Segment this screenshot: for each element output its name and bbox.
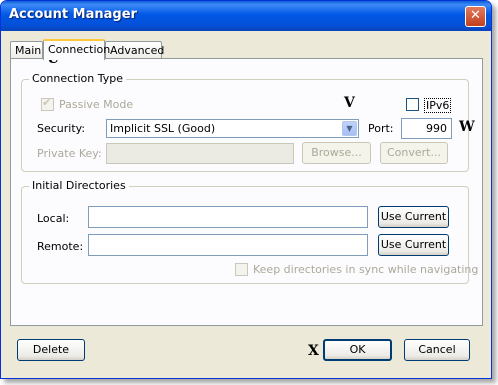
- window-title: Account Manager: [9, 7, 137, 22]
- delete-button[interactable]: Delete: [17, 339, 85, 361]
- ipv6-checkbox[interactable]: [406, 98, 419, 111]
- ok-button[interactable]: OK: [323, 339, 392, 361]
- annotation-w: W: [459, 119, 475, 135]
- port-label: Port:: [368, 122, 394, 135]
- tab-advanced[interactable]: Advanced: [105, 41, 164, 59]
- tab-connection[interactable]: Connection: [43, 39, 110, 60]
- local-use-current-button[interactable]: Use Current: [378, 206, 449, 228]
- browse-button[interactable]: Browse...: [302, 142, 371, 164]
- title-bar: Account Manager ✕: [1, 1, 491, 31]
- security-select[interactable]: Implicit SSL (Good) ▼: [106, 119, 359, 138]
- port-input[interactable]: 990: [401, 118, 452, 139]
- ipv6-label: IPv6: [424, 98, 452, 113]
- security-label: Security:: [37, 122, 86, 135]
- security-value: Implicit SSL (Good): [110, 122, 216, 135]
- chevron-down-icon[interactable]: ▼: [342, 121, 357, 136]
- remote-label: Remote:: [37, 240, 84, 253]
- annotation-v: V: [344, 95, 355, 111]
- checkmark-icon: ✔: [42, 96, 52, 109]
- connection-type-group: Connection Type ✔ Passive Mode IPv6 Secu…: [21, 72, 469, 172]
- connection-panel: Connection Type ✔ Passive Mode IPv6 Secu…: [10, 58, 483, 326]
- remote-input[interactable]: [88, 234, 368, 256]
- convert-button[interactable]: Convert...: [380, 142, 448, 164]
- close-button[interactable]: ✕: [465, 6, 486, 27]
- local-label: Local:: [37, 212, 70, 225]
- close-icon: ✕: [470, 8, 481, 23]
- keep-sync-checkbox[interactable]: [235, 263, 248, 276]
- private-key-label: Private Key:: [37, 147, 102, 160]
- passive-mode-checkbox[interactable]: ✔: [41, 96, 54, 111]
- private-key-input[interactable]: [106, 143, 294, 164]
- passive-mode-label: Passive Mode: [59, 98, 134, 111]
- tab-main[interactable]: Main: [10, 41, 43, 59]
- account-manager-window: Account Manager ✕ Main Connection Advanc…: [0, 0, 492, 379]
- cancel-button[interactable]: Cancel: [404, 339, 470, 361]
- annotation-x: X: [308, 343, 319, 359]
- initial-directories-title: Initial Directories: [29, 179, 129, 192]
- keep-sync-label: Keep directories in sync while navigatin…: [253, 263, 479, 276]
- connection-type-title: Connection Type: [29, 72, 127, 85]
- remote-use-current-button[interactable]: Use Current: [378, 234, 449, 256]
- local-input[interactable]: [88, 206, 368, 228]
- initial-directories-group: Initial Directories Local: Use Current R…: [21, 179, 478, 284]
